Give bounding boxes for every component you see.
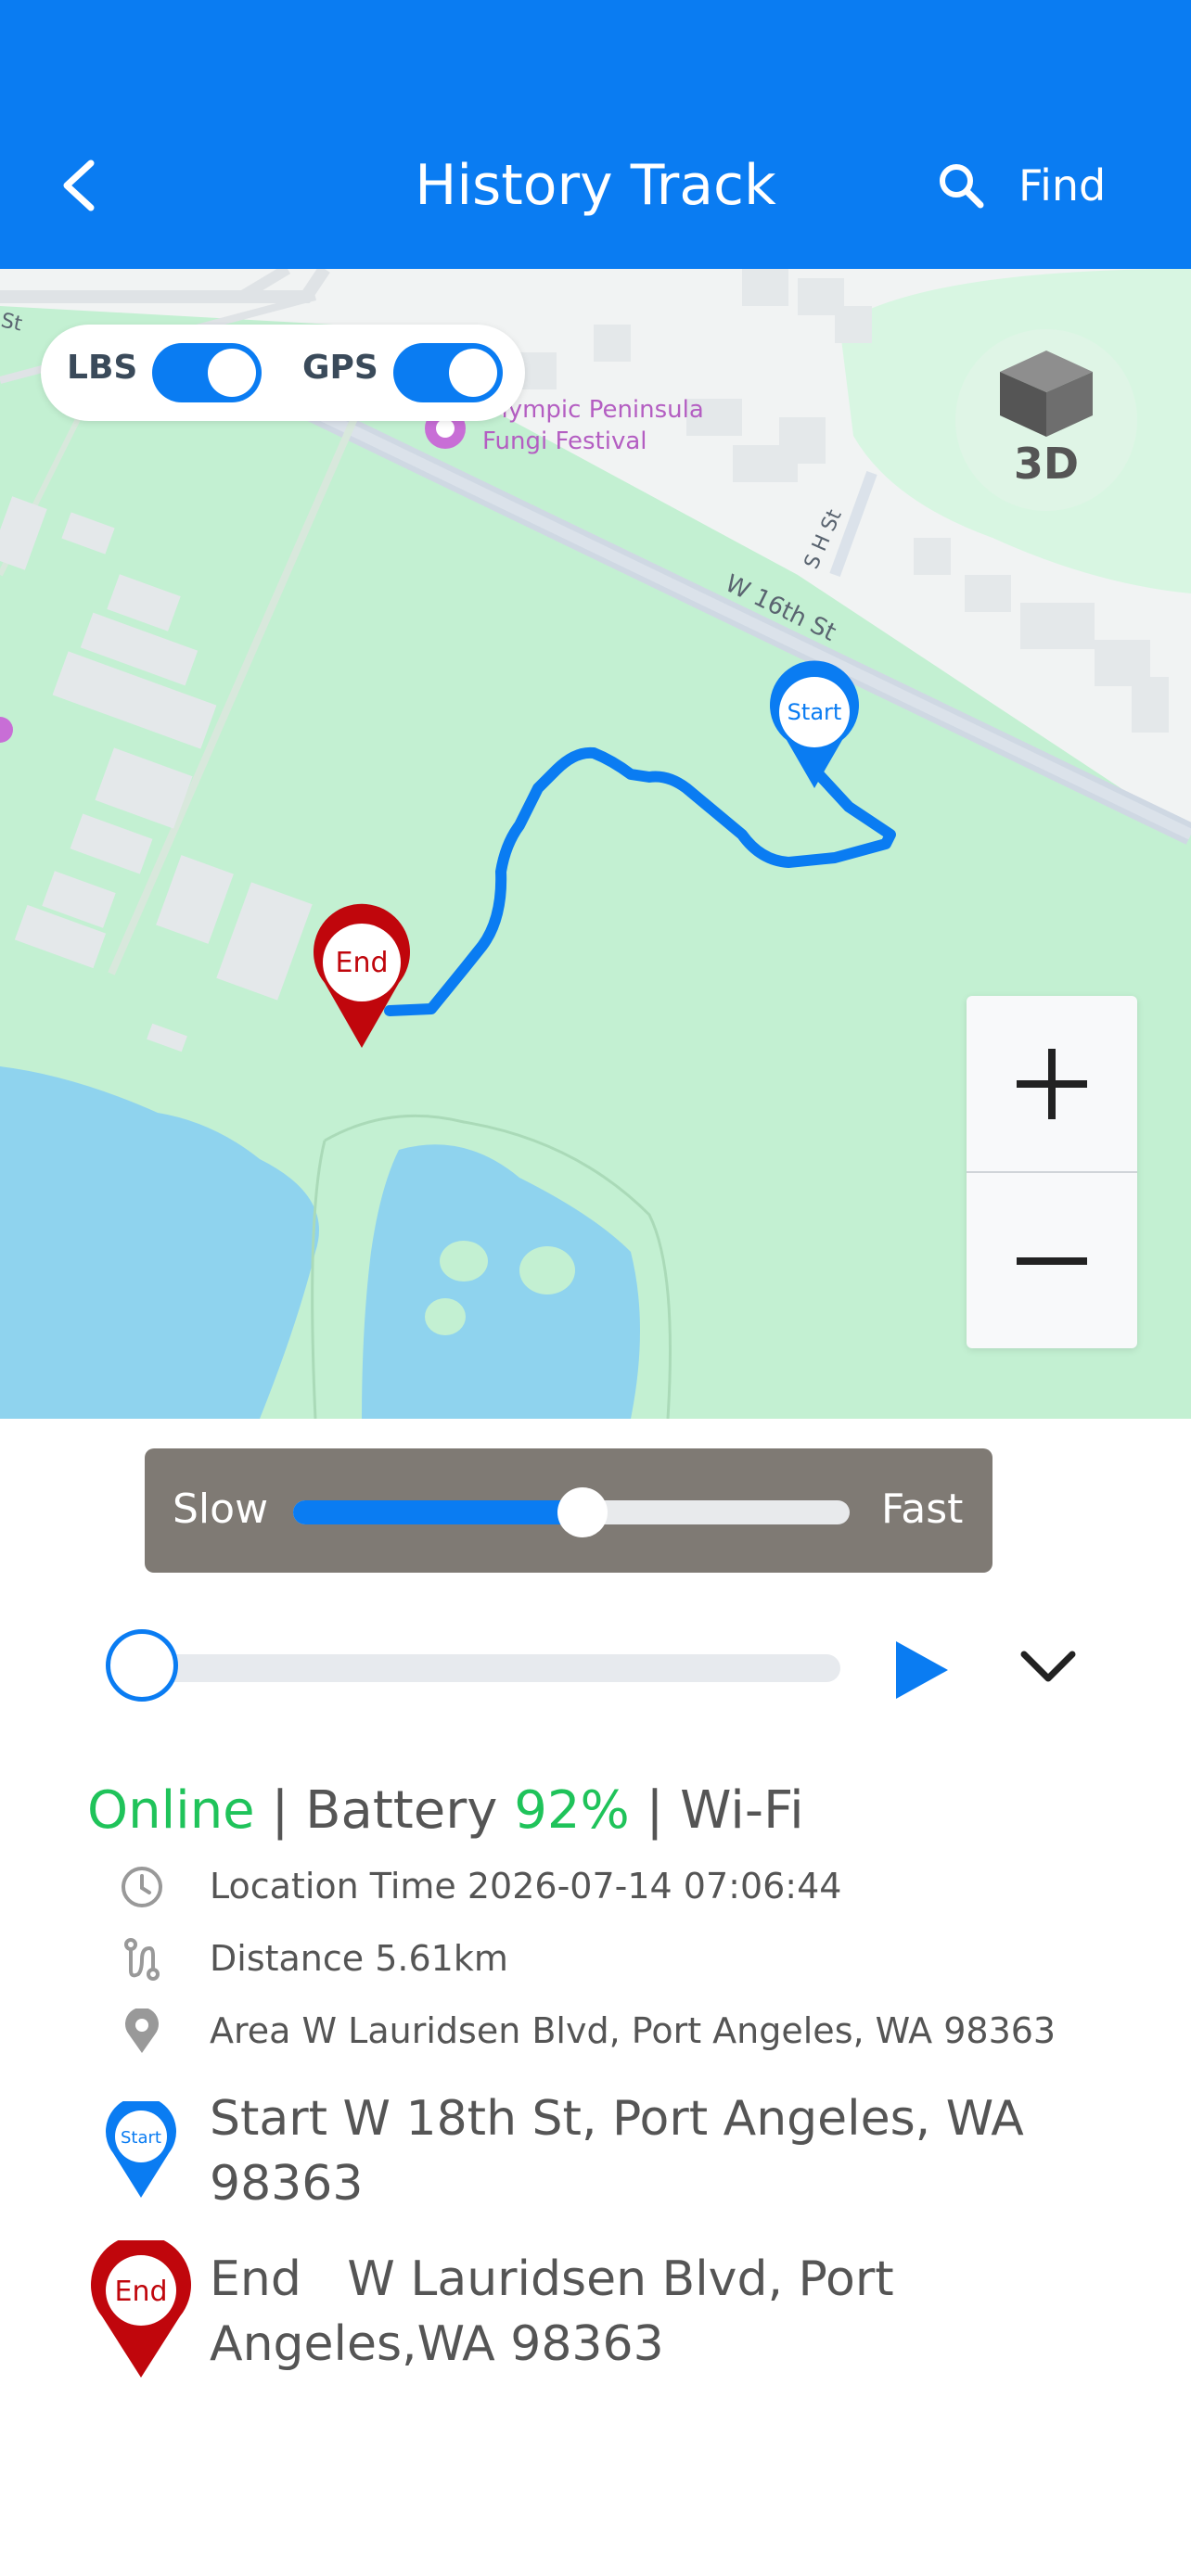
end-pin[interactable]: End — [314, 903, 410, 1048]
cube-icon — [1000, 351, 1093, 437]
track-path — [384, 746, 896, 1016]
playback-progress-thumb[interactable] — [106, 1629, 178, 1702]
gps-toggle-knob — [449, 349, 497, 397]
start-address: Start W 18th St, Port Angeles, WA 98363 — [210, 2086, 1165, 2216]
zoom-controls — [967, 996, 1137, 1348]
lbs-toggle-knob — [208, 349, 256, 397]
zoom-out-button[interactable] — [967, 1173, 1137, 1348]
3d-view-button[interactable]: 3D — [955, 329, 1137, 511]
poi-label-line2: Fungi Festival — [482, 427, 647, 455]
zoom-in-button[interactable] — [967, 996, 1137, 1171]
clock-icon — [119, 1864, 165, 1910]
start-address-pin-label: Start — [121, 2128, 161, 2148]
area-row: Area W Lauridsen Blvd, Port Angeles, WA … — [0, 1999, 1191, 2064]
end-address-pin: End — [89, 2235, 193, 2383]
start-pin-label: Start — [788, 699, 842, 725]
3d-label: 3D — [1013, 439, 1080, 489]
end-address: End W Lauridsen Blvd, Port Angeles,WA 98… — [210, 2247, 1165, 2377]
speed-control: Slow Fast — [145, 1448, 992, 1573]
end-address-label: End — [210, 2251, 301, 2307]
area-value: W Lauridsen Blvd, Port Angeles, WA 98363 — [290, 2010, 1057, 2051]
lbs-toggle[interactable] — [152, 343, 262, 402]
end-address-value: W Lauridsen Blvd, Port Angeles,WA 98363 — [210, 2251, 910, 2372]
street-label-st: St — [0, 309, 24, 336]
distance: Distance 5.61km — [210, 1938, 508, 1979]
end-address-pin-label: End — [114, 2276, 167, 2308]
location-time-row: Location Time 2026-07-14 07:06:44 — [0, 1855, 1191, 1919]
playback-progress-bar[interactable] — [106, 1629, 840, 1702]
find-label: Find — [1018, 160, 1107, 210]
gps-toggle[interactable] — [393, 343, 503, 402]
chevron-down-icon — [1020, 1651, 1076, 1682]
gps-label: GPS — [302, 349, 378, 387]
search-icon — [940, 164, 984, 209]
playback-controls — [0, 1623, 1191, 1715]
network-type: Wi-Fi — [680, 1780, 804, 1841]
area: Area W Lauridsen Blvd, Port Angeles, WA … — [210, 2010, 1056, 2051]
battery-level: 92% — [514, 1780, 630, 1841]
status-sep-network: | — [629, 1780, 681, 1841]
route-icon — [119, 1936, 165, 1983]
end-pin-label: End — [335, 947, 388, 979]
play-button[interactable] — [894, 1639, 950, 1704]
layer-toggles: LBS GPS — [41, 325, 525, 421]
start-address-label: Start — [210, 2091, 328, 2147]
plus-icon — [1017, 1048, 1087, 1119]
speed-fast-label: Fast — [881, 1486, 964, 1533]
speed-slider-fill — [293, 1500, 583, 1524]
location-pin-icon — [119, 2009, 165, 2055]
status-sep-battery: | Battery — [254, 1780, 515, 1841]
start-address-pin: Start — [104, 2096, 178, 2203]
lbs-label: LBS — [67, 349, 138, 387]
speed-slow-label: Slow — [173, 1486, 269, 1533]
location-time: Location Time 2026-07-14 07:06:44 — [210, 1866, 842, 1906]
start-pin[interactable]: Start — [770, 660, 859, 788]
speed-slider-thumb[interactable] — [557, 1487, 608, 1537]
area-label: Area — [210, 2010, 291, 2051]
start-address-value: W 18th St, Port Angeles, WA 98363 — [210, 2091, 1024, 2212]
device-status: Online | Battery 92% | Wi-Fi — [87, 1780, 804, 1841]
play-icon — [896, 1641, 948, 1699]
find-button[interactable]: Find — [937, 148, 1106, 223]
expand-button[interactable] — [1018, 1647, 1078, 1691]
online-status: Online — [87, 1780, 255, 1841]
app-header: History Track Find — [0, 0, 1191, 269]
distance-row: Distance 5.61km — [0, 1927, 1191, 1992]
minus-icon — [1017, 1256, 1087, 1265]
speed-slider[interactable] — [293, 1487, 850, 1537]
